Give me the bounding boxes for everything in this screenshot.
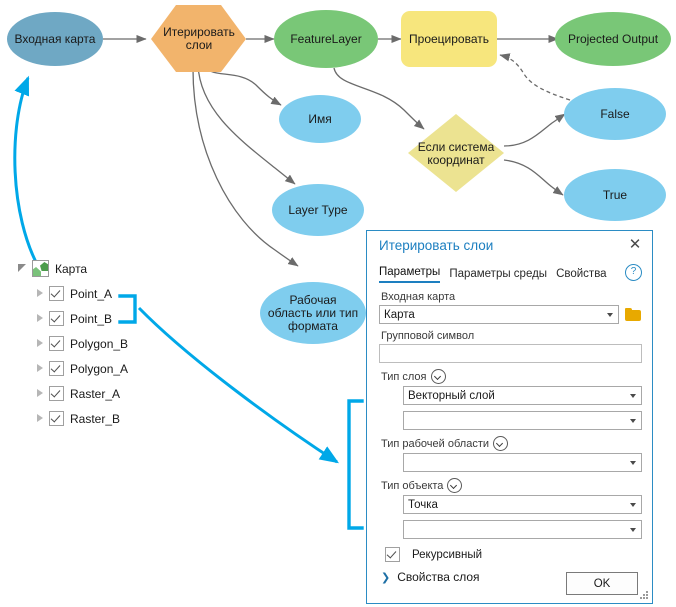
dialog-tabs: Параметры Параметры среды Свойства ?: [367, 259, 652, 283]
group-symbol-row: [379, 344, 642, 363]
list-item[interactable]: Polygon_B: [35, 331, 208, 356]
workspace-type-select[interactable]: [403, 453, 642, 472]
recursive-label: Рекурсивный: [412, 548, 483, 561]
layer-type-value: Векторный слой: [408, 389, 495, 402]
expand-collapse-icon[interactable]: [18, 263, 29, 274]
list-item[interactable]: Point_A: [35, 281, 208, 306]
chevron-down-icon: [607, 312, 613, 317]
node-project: [401, 11, 497, 67]
layer-checkbox[interactable]: [49, 336, 64, 351]
layer-checkbox[interactable]: [49, 386, 64, 401]
chevron-down-icon: [630, 502, 636, 507]
layer-checkbox[interactable]: [49, 311, 64, 326]
list-item[interactable]: Raster_A: [35, 381, 208, 406]
input-map-select[interactable]: Карта: [379, 305, 619, 324]
input-map-value: Карта: [384, 308, 415, 321]
layer-label: Point_A: [70, 286, 113, 301]
tree-root-row[interactable]: Карта: [18, 256, 208, 281]
dialog-title-bar: Итерировать слои ✕: [367, 231, 652, 259]
feature-type-label: Тип объекта: [381, 478, 642, 493]
layer-type-row-1: Векторный слой: [403, 386, 642, 405]
workspace-type-row: [403, 453, 642, 472]
workspace-type-label: Тип рабочей области: [381, 436, 642, 451]
chevron-right-icon[interactable]: [35, 363, 46, 374]
tab-parameters[interactable]: Параметры: [379, 266, 441, 283]
map-icon: [32, 260, 49, 277]
iterate-layers-dialog: Итерировать слои ✕ Параметры Параметры с…: [366, 230, 653, 604]
feature-type-label-text: Тип объекта: [381, 479, 444, 492]
feature-type-row-2: [403, 520, 642, 539]
chevron-down-icon: [630, 460, 636, 465]
dialog-body: Входная карта Карта Групповой символ Тип…: [367, 283, 652, 584]
layer-checkbox[interactable]: [49, 411, 64, 426]
tree-root-label: Карта: [55, 261, 88, 276]
folder-icon[interactable]: [625, 307, 642, 322]
feature-type-value: Точка: [408, 498, 438, 511]
chevron-right-icon[interactable]: [35, 313, 46, 324]
layer-type-row-2: [403, 411, 642, 430]
chevron-down-icon: [630, 393, 636, 398]
recursive-row[interactable]: Рекурсивный: [385, 547, 642, 562]
chevron-down-circle-icon[interactable]: [447, 478, 463, 493]
layer-type-select-empty[interactable]: [403, 411, 642, 430]
diagram-canvas: Входная карта Итерировать слои FeatureLa…: [0, 0, 676, 607]
node-iterate-layers: [151, 5, 246, 72]
tab-environment[interactable]: Параметры среды: [449, 268, 547, 283]
chevron-right-icon[interactable]: [35, 413, 46, 424]
list-item[interactable]: Point_B: [35, 306, 208, 331]
layer-label: Raster_B: [70, 411, 121, 426]
group-symbol-label: Групповой символ: [381, 330, 475, 342]
node-feature-layer: [274, 10, 378, 68]
chevron-right-icon[interactable]: [35, 388, 46, 399]
feature-type-select[interactable]: Точка: [403, 495, 642, 514]
node-input-map: [7, 12, 103, 66]
node-if-coord-system: [408, 114, 504, 192]
chevron-down-icon: [630, 418, 636, 423]
layer-type-select[interactable]: Векторный слой: [403, 386, 642, 405]
layer-tree: Карта Point_A Point_B Polygon_B Polygon_…: [18, 256, 208, 431]
ok-button[interactable]: OK: [566, 572, 638, 595]
node-projected-output: [555, 12, 671, 66]
resize-grip[interactable]: [640, 591, 649, 600]
layer-label: Polygon_A: [70, 361, 129, 376]
list-item[interactable]: Raster_B: [35, 406, 208, 431]
node-name: [279, 95, 361, 143]
layer-label: Polygon_B: [70, 336, 129, 351]
help-icon[interactable]: ?: [625, 264, 642, 281]
input-map-label: Входная карта: [381, 291, 456, 303]
workspace-type-label-text: Тип рабочей области: [381, 437, 489, 450]
chevron-down-circle-icon[interactable]: [430, 369, 446, 384]
layer-checkbox[interactable]: [49, 361, 64, 376]
feature-type-select-empty[interactable]: [403, 520, 642, 539]
chevron-right-icon[interactable]: [35, 288, 46, 299]
node-layer-type: [272, 184, 364, 236]
input-map-row: Карта: [379, 305, 642, 324]
layer-label: Point_B: [70, 311, 113, 326]
recursive-checkbox[interactable]: [385, 547, 400, 562]
dialog-footer: OK: [367, 572, 652, 595]
chevron-down-icon: [630, 527, 636, 532]
tab-properties[interactable]: Свойства: [556, 268, 607, 283]
chevron-right-icon[interactable]: [35, 338, 46, 349]
node-workspace-or-format: [260, 282, 366, 344]
layer-label: Raster_A: [70, 386, 121, 401]
node-true: [564, 169, 666, 221]
layer-type-label-text: Тип слоя: [381, 370, 427, 383]
layer-type-label: Тип слоя: [381, 369, 642, 384]
page-title: Итерировать слои: [379, 237, 494, 253]
chevron-down-circle-icon[interactable]: [493, 436, 508, 451]
feature-type-row-1: Точка: [403, 495, 642, 514]
list-item[interactable]: Polygon_A: [35, 356, 208, 381]
close-icon[interactable]: ✕: [626, 236, 644, 254]
layer-checkbox[interactable]: [49, 286, 64, 301]
group-symbol-input[interactable]: [379, 344, 642, 363]
node-false: [564, 88, 666, 140]
